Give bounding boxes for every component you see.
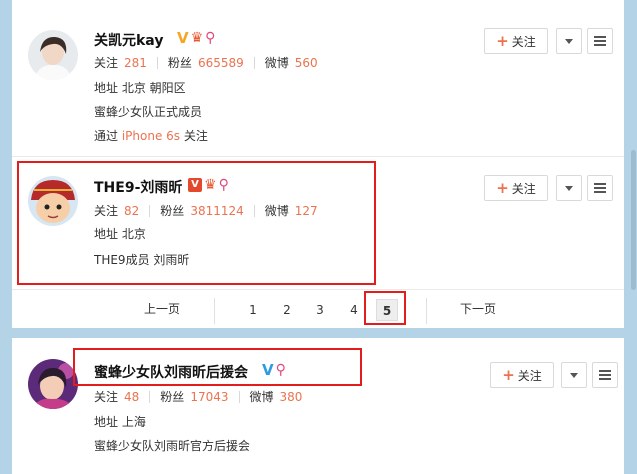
next-page-button[interactable]: 下一页 bbox=[438, 290, 518, 328]
user-bio: 蜜蜂少女队刘雨昕官方后援会 bbox=[94, 439, 251, 453]
follow-button-label: 关注 bbox=[511, 181, 536, 196]
follow-label: 关注 bbox=[94, 390, 119, 404]
prev-page-button[interactable]: 上一页 bbox=[122, 290, 202, 328]
more-dropdown-button[interactable] bbox=[556, 175, 582, 201]
user-name[interactable]: 关凯元kay bbox=[94, 30, 163, 50]
avatar[interactable] bbox=[28, 359, 78, 409]
user-stats: 关注 281 粉丝 665589 微博 560 bbox=[94, 54, 318, 71]
menu-icon bbox=[599, 370, 611, 380]
verified-v-icon[interactable]: V bbox=[177, 30, 189, 46]
user-address: 地址 北京 朝阳区 bbox=[94, 79, 186, 96]
user-card-guankaiyuan: 关凯元kay V ♛ ⚲ 关注 281 粉丝 665589 微博 560 地址 … bbox=[12, 0, 624, 156]
plus-icon: + bbox=[496, 32, 509, 50]
menu-icon bbox=[594, 36, 606, 46]
avatar[interactable] bbox=[28, 30, 78, 80]
address-label: 地址 bbox=[94, 415, 119, 429]
options-menu-button[interactable] bbox=[592, 362, 618, 388]
follow-button-label: 关注 bbox=[511, 34, 536, 49]
weibo-count[interactable]: 380 bbox=[280, 390, 303, 404]
fan-club-icon[interactable]: ♛ bbox=[191, 30, 204, 46]
follow-button[interactable]: + 关注 bbox=[484, 175, 548, 201]
fans-label: 粉丝 bbox=[160, 390, 185, 404]
follow-count[interactable]: 281 bbox=[124, 56, 147, 70]
follow-button[interactable]: + 关注 bbox=[490, 362, 554, 388]
super-topic-icon[interactable]: ⚲ bbox=[205, 30, 215, 46]
chevron-down-icon bbox=[565, 185, 573, 191]
highlight-box-user bbox=[17, 161, 376, 285]
follow-button[interactable]: + 关注 bbox=[484, 28, 548, 54]
chevron-down-icon bbox=[565, 38, 573, 44]
follow-button-label: 关注 bbox=[517, 368, 542, 383]
via-prefix: 通过 bbox=[94, 129, 119, 143]
page-4[interactable]: 4 bbox=[343, 299, 365, 321]
more-dropdown-button[interactable] bbox=[561, 362, 587, 388]
follow-label: 关注 bbox=[94, 56, 119, 70]
pagination: 上一页 1 2 3 4 5 下一页 bbox=[12, 290, 624, 328]
address-value: 北京 朝阳区 bbox=[121, 81, 186, 95]
user-address: 地址 上海 bbox=[94, 413, 146, 430]
fans-label: 粉丝 bbox=[167, 56, 192, 70]
plus-icon: + bbox=[496, 179, 509, 197]
scrollbar-thumb[interactable] bbox=[631, 150, 636, 290]
weibo-label: 微博 bbox=[264, 56, 289, 70]
page-2[interactable]: 2 bbox=[276, 299, 298, 321]
chevron-down-icon bbox=[570, 372, 578, 378]
scrollbar[interactable] bbox=[629, 0, 637, 474]
fans-count[interactable]: 665589 bbox=[198, 56, 244, 70]
menu-icon bbox=[594, 183, 606, 193]
highlight-box-page bbox=[364, 291, 406, 325]
highlight-box-name bbox=[73, 348, 362, 386]
address-value: 上海 bbox=[121, 415, 146, 429]
user-bio: 蜜蜂少女队正式成员 bbox=[94, 105, 203, 119]
page-1[interactable]: 1 bbox=[242, 299, 264, 321]
weibo-count[interactable]: 560 bbox=[295, 56, 318, 70]
fans-count[interactable]: 17043 bbox=[190, 390, 228, 404]
plus-icon: + bbox=[502, 366, 515, 384]
more-dropdown-button[interactable] bbox=[556, 28, 582, 54]
via-device[interactable]: iPhone 6s bbox=[122, 129, 180, 143]
user-badges: V ♛ ⚲ bbox=[177, 30, 215, 46]
address-label: 地址 bbox=[94, 81, 119, 95]
user-stats: 关注 48 粉丝 17043 微博 380 bbox=[94, 388, 302, 405]
page-3[interactable]: 3 bbox=[309, 299, 331, 321]
options-menu-button[interactable] bbox=[587, 28, 613, 54]
options-menu-button[interactable] bbox=[587, 175, 613, 201]
weibo-label: 微博 bbox=[249, 390, 274, 404]
follow-count[interactable]: 48 bbox=[124, 390, 139, 404]
via-suffix: 关注 bbox=[183, 129, 208, 143]
user-follow-source: 通过 iPhone 6s 关注 bbox=[94, 127, 208, 144]
